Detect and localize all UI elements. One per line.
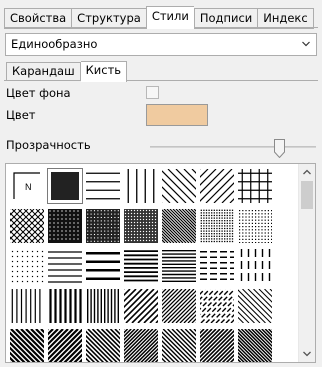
pattern-cell[interactable] (10, 329, 44, 362)
thin-horizontal-pattern-icon (48, 251, 82, 283)
svg-text:N: N (25, 182, 32, 192)
thin-vertical-pattern-icon (11, 289, 41, 323)
style-subtabbar: Карандаш Кисть (6, 61, 128, 82)
narrow-horizontal-pattern-icon (162, 250, 196, 282)
pattern-cell[interactable] (86, 329, 120, 362)
dots-25-pattern-icon (239, 210, 272, 243)
dense-horizontal-pattern-icon (124, 250, 158, 282)
pattern-scrollbar[interactable] (298, 164, 315, 362)
pattern-cell[interactable] (10, 289, 44, 323)
medium-reverse-diagonal-pattern-icon (200, 329, 234, 362)
pattern-cell[interactable] (162, 169, 196, 203)
tab-labels[interactable]: Подписи (193, 8, 258, 29)
tab-properties[interactable]: Свойства (4, 8, 72, 29)
pattern-cell[interactable] (238, 249, 272, 283)
dashed-diagonal-pattern-icon (200, 289, 234, 323)
pattern-cell[interactable] (200, 209, 234, 243)
horizontal-lines-pattern-icon (86, 172, 120, 200)
dashed-vertical-pattern-icon (240, 249, 271, 283)
color-swatch[interactable] (146, 104, 208, 126)
dense-reverse-diagonal-pattern-icon (238, 329, 272, 362)
scrollbar-thumb[interactable] (301, 181, 313, 209)
brush-pattern-list: N (5, 163, 316, 363)
pattern-cell[interactable] (86, 169, 120, 203)
transparency-slider-thumb[interactable] (274, 139, 285, 158)
pattern-cell[interactable] (48, 289, 82, 323)
pattern-cell[interactable] (48, 249, 82, 283)
grid-pattern-icon (238, 169, 272, 203)
subtab-brush[interactable]: Кисть (80, 61, 128, 82)
pattern-cell[interactable] (48, 329, 82, 362)
dense-dots-40-pattern-icon (200, 209, 234, 243)
subtab-pencil[interactable]: Карандаш (6, 62, 81, 81)
dense-vertical-pattern-icon (87, 289, 119, 323)
pattern-cell[interactable] (124, 249, 158, 283)
pattern-cell[interactable] (86, 209, 120, 243)
pattern-cell[interactable] (200, 169, 234, 203)
light-diagonal-pattern-icon (238, 289, 272, 323)
pattern-cell[interactable] (162, 329, 196, 362)
pattern-cell[interactable] (47, 168, 83, 204)
transparency-label: Прозрачность (6, 138, 91, 152)
solid-fill-pattern-icon (51, 172, 79, 200)
pattern-cell[interactable] (238, 289, 272, 323)
tab-structure[interactable]: Структура (71, 8, 146, 29)
pattern-cell[interactable] (238, 209, 272, 243)
pattern-cell[interactable] (238, 169, 272, 203)
diagonal-lines-pattern-icon (162, 169, 196, 203)
dense-diagonal-pattern-icon (124, 329, 158, 362)
pattern-cell[interactable] (124, 289, 158, 323)
pattern-cell[interactable] (200, 249, 234, 283)
vertical-lines-pattern-icon (127, 169, 155, 203)
thick-reverse-diagonal-pattern-icon (48, 329, 82, 362)
pattern-cell[interactable] (162, 289, 196, 323)
medium-diagonal-pattern-icon (86, 329, 120, 362)
pattern-cell[interactable] (10, 249, 44, 283)
pattern-cell[interactable] (162, 209, 196, 243)
dashed-horizontal-pattern-icon (200, 251, 234, 280)
main-tabbar: Свойства Структура Стили Подписи Индекс (4, 6, 314, 29)
dots-10-pattern-icon (11, 250, 44, 283)
scroll-up-arrow-icon[interactable] (299, 164, 315, 180)
wide-diagonal-pattern-icon (124, 289, 158, 323)
style-mode-value: Единообразно (11, 37, 98, 51)
dense-dots-75-pattern-icon (86, 209, 120, 243)
pattern-cell[interactable] (238, 329, 272, 362)
pattern-cell[interactable] (48, 209, 82, 243)
light-reverse-diagonal-pattern-icon (162, 329, 196, 362)
dense-dots-60-pattern-icon (124, 209, 158, 243)
diagonal-cross-pattern-icon (10, 209, 44, 243)
pattern-cell[interactable] (10, 209, 44, 243)
transparency-slider-track[interactable] (150, 146, 316, 148)
thick-vertical-pattern-icon (49, 289, 82, 323)
thick-horizontal-pattern-icon (86, 252, 120, 280)
N-frame-pattern-icon: N (13, 172, 40, 199)
pattern-cell[interactable] (162, 249, 196, 283)
pattern-cell[interactable] (124, 329, 158, 362)
thick-diagonal-pattern-icon (10, 329, 44, 362)
scroll-down-arrow-icon[interactable] (299, 346, 315, 362)
pattern-cell[interactable]: N (10, 169, 44, 203)
pattern-cell[interactable] (200, 289, 234, 323)
pattern-cell[interactable] (200, 329, 234, 362)
pattern-cell[interactable] (86, 289, 120, 323)
narrow-diagonal-pattern-icon (162, 289, 196, 323)
dense-dots-90-pattern-icon (48, 209, 82, 243)
pattern-cell[interactable] (124, 209, 158, 243)
reverse-diagonal-lines-pattern-icon (200, 169, 234, 203)
bg-color-label: Цвет фона (6, 86, 71, 100)
tab-index[interactable]: Индекс (257, 8, 314, 29)
tab-styles[interactable]: Стили (145, 6, 194, 29)
color-label: Цвет (6, 108, 36, 122)
bg-color-checkbox[interactable] (146, 86, 159, 99)
pattern-cell[interactable] (124, 169, 158, 203)
subtab-divider (4, 80, 318, 81)
style-mode-select[interactable]: Единообразно (5, 33, 317, 56)
dense-dots-50-pattern-icon (162, 209, 196, 243)
chevron-down-icon (302, 41, 310, 47)
pattern-cell[interactable] (86, 249, 120, 283)
